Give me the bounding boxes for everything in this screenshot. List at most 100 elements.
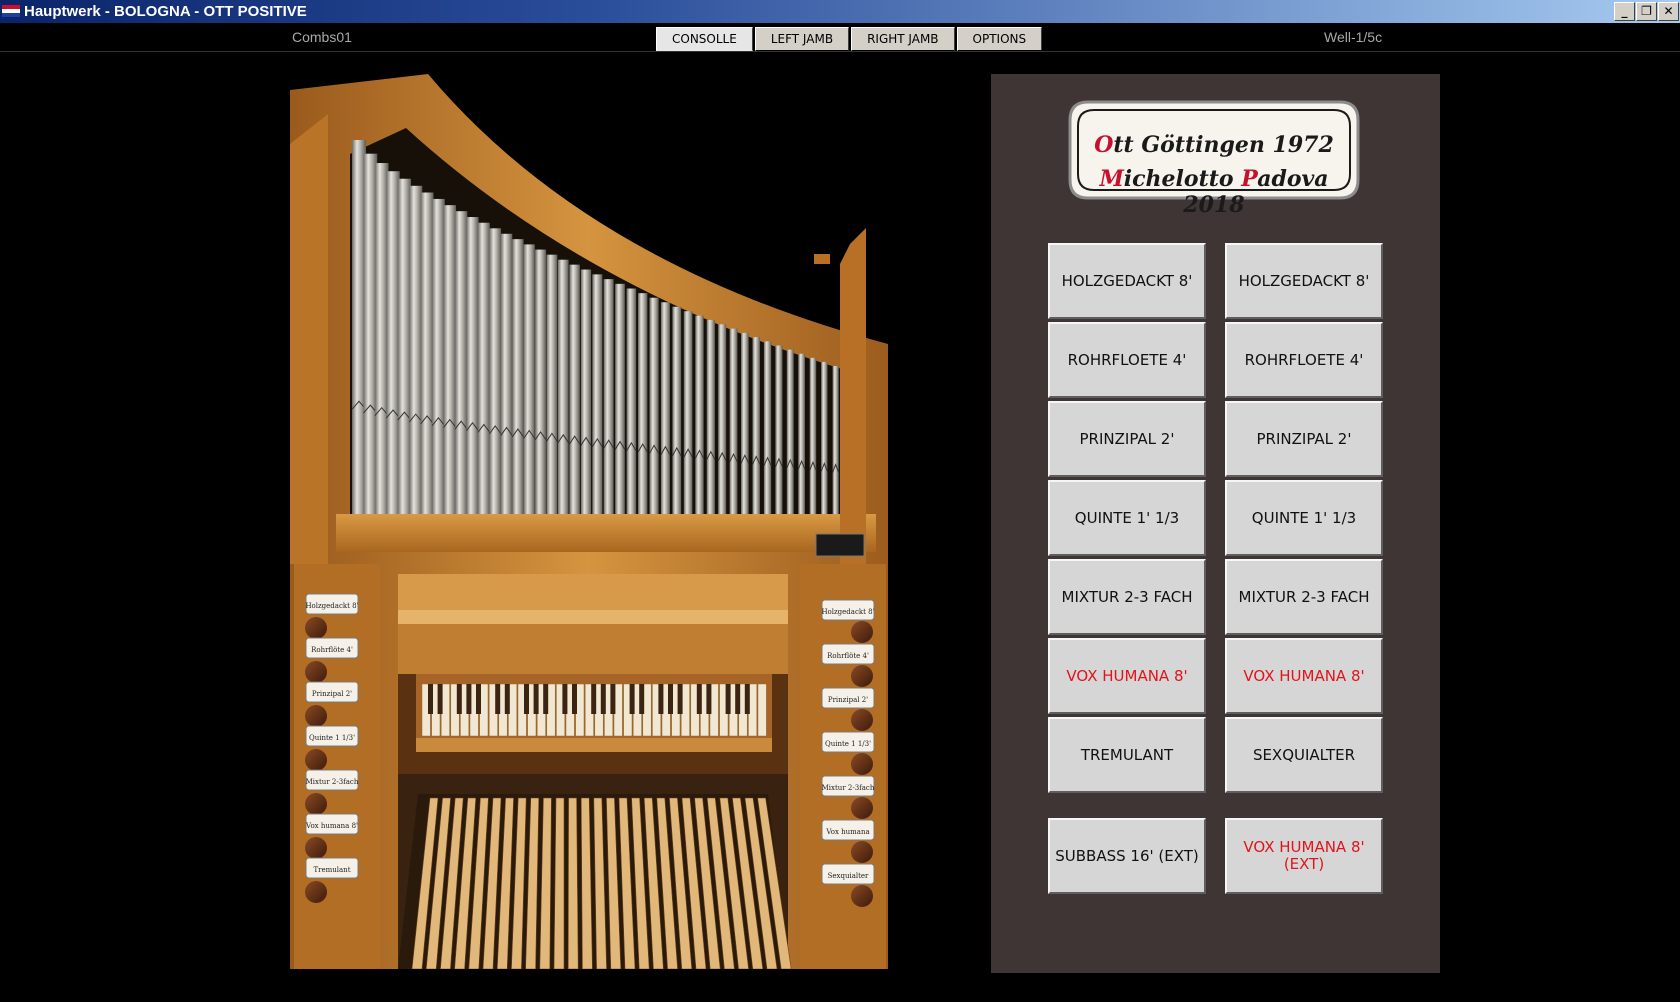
jamb-label-left-text: Vox humana 8' [305,822,358,830]
draw-knob-left [305,749,327,771]
stop-right-prinzipal[interactable]: PRINZIPAL 2' [1225,401,1383,477]
manual-sharp-key [696,684,702,714]
stop-left-holzgedackt[interactable]: HOLZGEDACKT 8' [1048,243,1206,319]
stop-left-subbass-ext[interactable]: SUBBASS 16' (EXT) [1048,818,1206,894]
manual-sharp-key [735,684,741,714]
manual-sharp-key [572,684,577,714]
stop-right-quinte[interactable]: QUINTE 1' 1/3 [1225,480,1383,556]
tab-options[interactable]: OPTIONS [956,27,1043,51]
organ-pipe [763,341,772,514]
organ-pipe [786,349,795,514]
organ-pipe [706,319,716,514]
organ-pipe [568,264,581,514]
draw-knob-right [851,797,873,819]
draw-knob-left [305,793,327,815]
minimize-button[interactable]: _ [1614,2,1635,21]
stop-left-prinzipal[interactable]: PRINZIPAL 2' [1048,401,1206,477]
organ-pipe [809,357,817,514]
organ-pipe [671,306,682,514]
manual-sharp-key [524,684,529,714]
stop-left-tremulant[interactable]: TREMULANT [1048,717,1206,793]
organ-pipe [832,365,840,514]
organ-pipe [649,297,660,514]
jamb-label-right-text: Quinte 1 1/3' [825,740,871,748]
manual-sharp-key [495,684,501,714]
organ-pipe [557,259,570,514]
organ-pipe [683,311,693,514]
manual-sharp-key [543,684,549,714]
organ-pipe [820,361,828,514]
organ-pipe [500,233,513,514]
organ-pipe [580,269,592,514]
builder-plaque: Ott Göttingen 1972 Michelotto Padova 201… [1066,98,1362,218]
stop-right-sexquialter[interactable]: SEXQUIALTER [1225,717,1383,793]
organ-pipe [603,279,615,514]
tab-consolle[interactable]: CONSOLLE [656,27,753,51]
stop-right-holzgedackt[interactable]: HOLZGEDACKT 8' [1225,243,1383,319]
case-left-side [290,114,328,564]
stop-panel: Ott Göttingen 1972 Michelotto Padova 201… [991,74,1440,973]
organ-pipe [534,249,547,514]
combination-set-label: Combs01 [292,29,352,45]
stop-left-vox-humana[interactable]: VOX HUMANA 8' [1048,638,1206,714]
draw-knob-left [305,837,327,859]
close-button[interactable]: ✕ [1658,2,1679,21]
manual-sharp-key [533,684,539,714]
jamb-label-left-text: Quinte 1 1/3' [309,734,355,742]
stop-right-vox-humana[interactable]: VOX HUMANA 8' [1225,638,1383,714]
manual-sharp-key [706,684,712,714]
temperament-label: Well-1/5c [1324,29,1383,45]
stop-left-rohrfloete[interactable]: ROHRFLOETE 4' [1048,322,1206,398]
organ-pipe [523,244,536,514]
jamb-label-right-text: Rohrflöte 4' [827,652,869,660]
builder-nameplate [815,533,865,557]
organ-pipe [774,345,783,514]
draw-knob-right [851,709,873,731]
manual-sharp-key [610,684,616,714]
draw-knob-right [851,665,873,687]
toolbar: Combs01 CONSOLLE LEFT JAMB RIGHT JAMB OP… [0,24,1680,52]
organ-pipe [408,185,423,514]
organ-pipe [717,324,727,514]
draw-knob-right [851,753,873,775]
manual-sharp-key [456,684,462,714]
draw-knob-left [305,661,327,683]
organ-pipe [729,328,738,514]
organ-pipe [591,274,603,514]
plaque-line1-text: tt Göttingen 1972 [1113,132,1334,158]
organ-pipe [431,198,446,514]
organ-pipe [420,192,434,514]
manual-sharp-key [591,684,597,714]
jamb-label-left-text: Holzgedackt 8' [305,602,358,610]
draw-knob-right [851,841,873,863]
case-right-board [840,228,866,564]
manual-sharp-key [600,684,606,714]
jamb-label-left-text: Prinzipal 2' [312,690,352,698]
organ-pipe [740,332,750,514]
stop-left-mixtur[interactable]: MIXTUR 2-3 FACH [1048,559,1206,635]
title-bar: Hauptwerk - BOLOGNA - OTT POSITIVE _ ❐ ✕ [0,0,1680,24]
organ-pipe [660,302,671,514]
stop-right-rohrfloete[interactable]: ROHRFLOETE 4' [1225,322,1383,398]
jamb-label-right-text: Holzgedackt 8' [821,608,874,616]
plaque-initial-m: M [1099,166,1124,192]
jamb-label-left-text: Mixtur 2-3fach [306,778,359,786]
stop-left-quinte[interactable]: QUINTE 1' 1/3 [1048,480,1206,556]
stop-right-mixtur[interactable]: MIXTUR 2-3 FACH [1225,559,1383,635]
organ-pipe [477,222,491,515]
tab-right-jamb[interactable]: RIGHT JAMB [851,27,955,51]
manual-sharp-key [668,684,673,714]
pedal-key [553,797,565,970]
right-jamb-panel [800,564,886,969]
organ-console-image: Holzgedackt 8' Rohrflöte 4' Prinzipal 2' Qu… [288,74,925,970]
manual-sharp-key [725,684,731,714]
jamb-label-left-text: Tremulant [313,866,350,874]
manual-key [757,683,767,737]
organ-pipe [454,211,468,514]
tab-left-jamb[interactable]: LEFT JAMB [754,27,850,51]
impost-rail [336,514,876,552]
plaque-line-restorer: Michelotto Padova 2018 [1066,166,1362,218]
restore-button[interactable]: ❐ [1636,2,1657,21]
organ-pipe [511,239,524,514]
stop-right-vox-humana-ext[interactable]: VOX HUMANA 8' (EXT) [1225,818,1383,894]
